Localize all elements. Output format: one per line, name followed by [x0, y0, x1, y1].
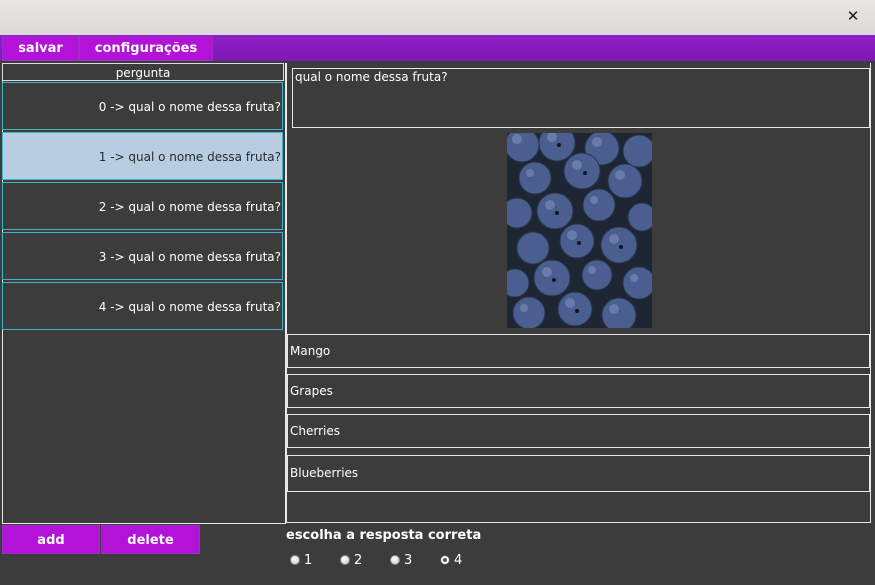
list-item[interactable]: 0 -> qual o nome dessa fruta?	[2, 82, 283, 130]
radio-label: 4	[454, 553, 463, 568]
radio-option-2[interactable]: 2	[340, 553, 362, 569]
answer-field-2[interactable]: Grapes	[287, 374, 870, 408]
radio-label: 2	[354, 553, 363, 568]
radio-option-4[interactable]: 4	[440, 553, 462, 569]
settings-button[interactable]: configurações	[79, 36, 213, 61]
question-text-field[interactable]: qual o nome dessa fruta?	[292, 68, 870, 128]
add-button[interactable]: add	[2, 525, 100, 554]
delete-button[interactable]: delete	[101, 525, 200, 554]
list-column-header[interactable]: pergunta	[2, 63, 284, 81]
answer-field-4[interactable]: Blueberries	[287, 455, 870, 492]
radio-label: 3	[404, 553, 413, 568]
window-titlebar: ✕	[0, 0, 875, 35]
list-item[interactable]: 2 -> qual o nome dessa fruta?	[2, 182, 283, 230]
radio-label: 1	[304, 553, 313, 568]
list-item[interactable]: 4 -> qual o nome dessa fruta?	[2, 282, 283, 330]
correct-answer-label: escolha a resposta correta	[286, 528, 482, 543]
radio-button-icon[interactable]	[290, 555, 300, 565]
close-icon[interactable]: ✕	[843, 6, 863, 26]
radio-button-icon[interactable]	[340, 555, 350, 565]
radio-option-3[interactable]: 3	[390, 553, 412, 569]
menu-bar: salvar configurações	[0, 35, 875, 61]
radio-button-icon[interactable]	[390, 555, 400, 565]
answer-field-3[interactable]: Cherries	[287, 414, 870, 448]
fruit-image	[507, 133, 652, 328]
list-item[interactable]: 3 -> qual o nome dessa fruta?	[2, 232, 283, 280]
answer-field-1[interactable]: Mango	[287, 334, 870, 368]
list-item[interactable]: 1 -> qual o nome dessa fruta?	[2, 132, 283, 180]
radio-button-selected-icon[interactable]	[440, 555, 450, 565]
radio-option-1[interactable]: 1	[290, 553, 312, 569]
save-button[interactable]: salvar	[2, 36, 79, 61]
